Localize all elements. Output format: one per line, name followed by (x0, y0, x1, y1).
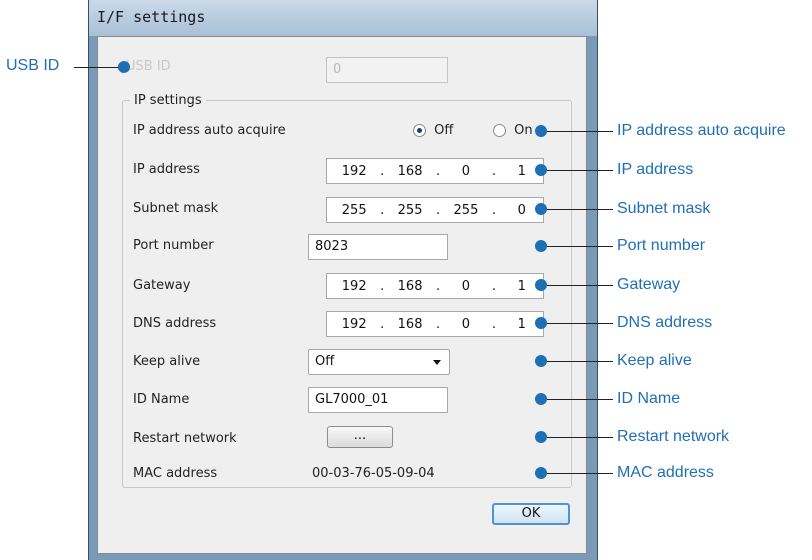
ip-auto-on-label: On (514, 123, 533, 138)
radio-unchecked-icon (493, 124, 506, 137)
callout-restart-network-dot (535, 431, 547, 443)
keep-alive-value: Off (315, 354, 335, 369)
ip-auto-off-label: Off (434, 123, 454, 138)
ip-octet: 192 (341, 278, 367, 294)
title-bar[interactable]: I/F settings (89, 0, 597, 36)
ip-auto-on-radio[interactable]: On (493, 123, 533, 138)
ip-octet: 168 (397, 163, 423, 179)
ip-address-label: IP address (133, 162, 200, 177)
callout-restart-network-text: Restart network (617, 428, 730, 445)
ip-auto-off-radio[interactable]: Off (413, 123, 453, 138)
restart-network-label: Restart network (133, 431, 237, 446)
usb-id-label: USB ID (126, 59, 171, 74)
ip-octet: 168 (397, 278, 423, 294)
callout-gateway-line (547, 285, 613, 286)
subnet-mask-field[interactable]: 255. 255. 255. 0 (326, 197, 544, 223)
ip-octet: 192 (341, 163, 367, 179)
radio-checked-icon (413, 124, 426, 137)
callout-mac-address-line (547, 473, 613, 474)
ip-auto-acquire-label: IP address auto acquire (133, 123, 286, 138)
ok-button[interactable]: OK (492, 503, 570, 525)
gateway-field[interactable]: 192. 168. 0. 1 (326, 273, 544, 299)
mac-address-value: 00-03-76-05-09-04 (312, 466, 435, 481)
port-number-label: Port number (133, 238, 214, 253)
port-number-field[interactable]: 8023 (308, 234, 448, 260)
callout-subnet-mask-line (547, 209, 613, 210)
dns-address-field[interactable]: 192. 168. 0. 1 (326, 311, 544, 337)
callout-id-name-line (547, 399, 613, 400)
callout-keep-alive-line (547, 361, 613, 362)
callout-dns-address-line (547, 323, 613, 324)
ip-octet: 255 (453, 202, 479, 218)
callout-ip-address-text: IP address (617, 161, 694, 178)
ip-settings-group-title: IP settings (130, 93, 206, 108)
callout-gateway-dot (535, 279, 547, 291)
usb-id-field: 0 (326, 57, 448, 83)
gateway-label: Gateway (133, 278, 191, 293)
ip-octet: 0 (461, 163, 471, 179)
window-title: I/F settings (97, 8, 206, 26)
callout-dns-address-dot (535, 317, 547, 329)
keep-alive-label: Keep alive (133, 354, 201, 369)
callout-usb-id-line (74, 67, 120, 68)
callout-keep-alive-dot (535, 355, 547, 367)
ip-address-field[interactable]: 192. 168. 0. 1 (326, 158, 544, 184)
callout-subnet-mask-text: Subnet mask (617, 200, 711, 217)
callout-ip-address-line (547, 170, 613, 171)
dns-address-label: DNS address (133, 316, 217, 331)
callout-ip-auto-line (547, 131, 613, 132)
callout-dns-address-text: DNS address (617, 314, 713, 331)
callout-id-name-text: ID Name (617, 390, 681, 407)
callout-ip-auto-dot (535, 125, 547, 137)
callout-id-name-dot (535, 393, 547, 405)
callout-ip-auto-text: IP address auto acquire (617, 122, 786, 139)
callout-gateway-text: Gateway (617, 276, 681, 293)
ip-octet: 168 (397, 316, 423, 332)
ip-octet: 0 (461, 278, 471, 294)
callout-keep-alive-text: Keep alive (617, 352, 692, 369)
chevron-down-icon (433, 360, 441, 365)
callout-mac-address-text: MAC address (617, 464, 714, 481)
callout-port-number-text: Port number (617, 237, 706, 254)
restart-network-button[interactable]: ... (327, 426, 393, 448)
id-name-field[interactable]: GL7000_01 (308, 387, 448, 413)
id-name-label: ID Name (133, 392, 190, 407)
callout-mac-address-dot (535, 467, 547, 479)
callout-ip-address-dot (535, 164, 547, 176)
callout-port-number-line (547, 246, 613, 247)
keep-alive-select[interactable]: Off (308, 349, 450, 375)
callout-usb-id-text: USB ID (6, 57, 60, 74)
ip-octet: 192 (341, 316, 367, 332)
mac-address-label: MAC address (133, 466, 218, 481)
subnet-mask-label: Subnet mask (133, 201, 219, 216)
callout-usb-id-dot (118, 61, 130, 73)
callout-port-number-dot (535, 240, 547, 252)
ip-octet: 255 (397, 202, 423, 218)
callout-subnet-mask-dot (535, 203, 547, 215)
ip-octet: 0 (461, 316, 471, 332)
ip-octet: 255 (341, 202, 367, 218)
callout-restart-network-line (547, 437, 613, 438)
